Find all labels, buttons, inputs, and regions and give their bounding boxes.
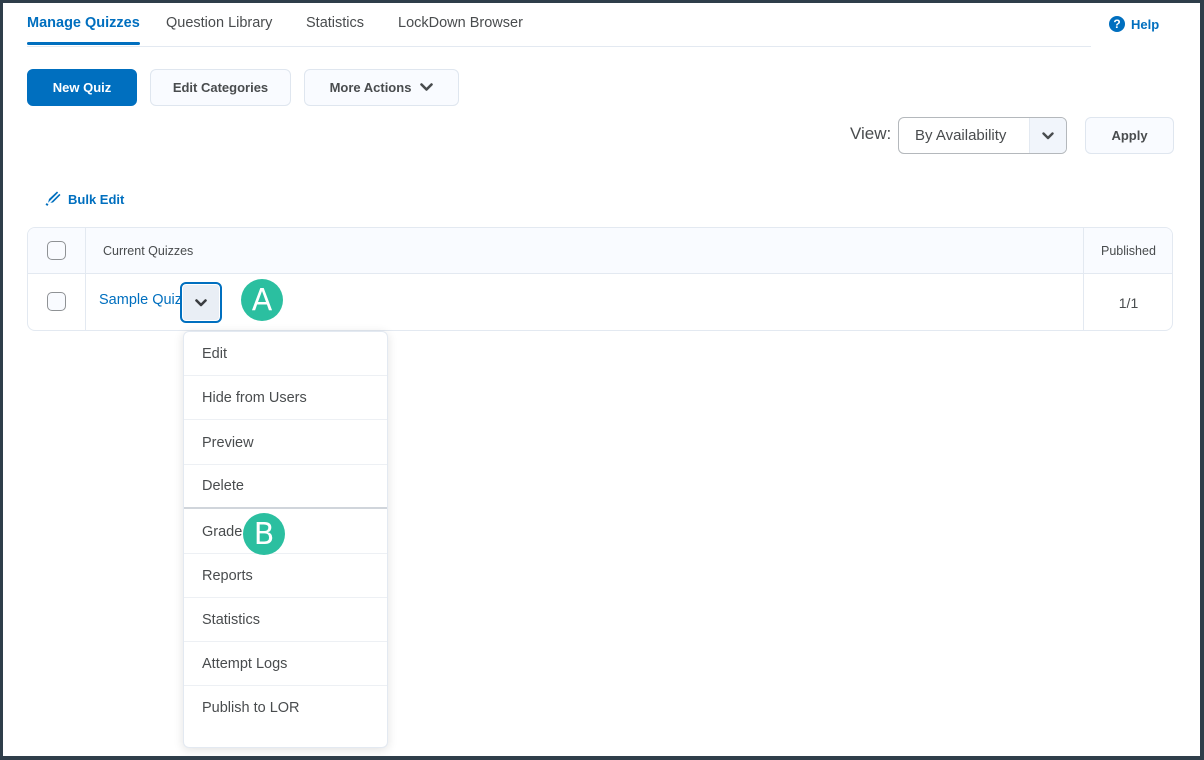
column-header-current-quizzes[interactable]: Current Quizzes (103, 244, 193, 258)
callout-badge-a: A (241, 279, 283, 321)
quiz-link[interactable]: Sample Quiz (99, 292, 182, 308)
chevron-down-icon (195, 294, 207, 312)
tab-statistics[interactable]: Statistics (306, 15, 364, 31)
select-all-checkbox[interactable] (47, 241, 66, 260)
menu-item-publish-to-lor[interactable]: Publish to LOR (184, 686, 387, 730)
menu-item-attempt-logs[interactable]: Attempt Logs (184, 642, 387, 686)
page-frame: Manage Quizzes Question Library Statisti… (3, 3, 1200, 756)
column-header-published: Published (1101, 244, 1156, 258)
callout-badge-b: B (243, 513, 285, 555)
apply-label: Apply (1111, 128, 1148, 143)
menu-item-delete[interactable]: Delete (184, 465, 387, 509)
table-header (28, 228, 1172, 274)
view-select[interactable]: By Availability (898, 117, 1067, 154)
more-actions-button[interactable]: More Actions (304, 69, 459, 106)
menu-item-reports[interactable]: Reports (184, 554, 387, 598)
view-label: View: (850, 124, 892, 143)
menu-item-grade[interactable]: Grade (184, 510, 387, 554)
more-actions-label: More Actions (329, 80, 412, 95)
chevron-down-icon (1029, 118, 1066, 153)
row-checkbox[interactable] (47, 292, 66, 311)
bulk-edit-button[interactable]: Bulk Edit (45, 190, 124, 209)
quiz-context-menu: Edit Hide from Users Preview Delete Grad… (183, 331, 388, 748)
published-count: 1/1 (1118, 295, 1139, 311)
view-select-value: By Availability (915, 127, 1007, 144)
edit-categories-button[interactable]: Edit Categories (150, 69, 291, 106)
apply-button[interactable]: Apply (1085, 117, 1174, 154)
tab-bar: Manage Quizzes Question Library Statisti… (27, 3, 1091, 47)
tab-lockdown-browser[interactable]: LockDown Browser (398, 15, 523, 31)
new-quiz-button[interactable]: New Quiz (27, 69, 137, 106)
chevron-down-icon (420, 80, 434, 95)
quiz-actions-dropdown-button[interactable] (180, 282, 222, 323)
help-circle-icon: ? (1109, 16, 1125, 32)
column-divider (85, 228, 86, 330)
bulk-edit-label: Bulk Edit (68, 192, 125, 207)
tab-question-library[interactable]: Question Library (166, 15, 272, 31)
tab-manage-quizzes[interactable]: Manage Quizzes (27, 15, 140, 45)
help-label: Help (1131, 16, 1160, 32)
pencil-icon (45, 190, 68, 209)
new-quiz-label: New Quiz (52, 80, 112, 95)
menu-item-preview[interactable]: Preview (184, 421, 387, 465)
edit-categories-label: Edit Categories (172, 80, 269, 95)
menu-item-hide-from-users[interactable]: Hide from Users (184, 376, 387, 420)
menu-item-statistics[interactable]: Statistics (184, 598, 387, 642)
menu-item-edit[interactable]: Edit (184, 332, 387, 376)
help-link[interactable]: ? Help (1109, 16, 1159, 32)
column-divider (1083, 228, 1084, 330)
